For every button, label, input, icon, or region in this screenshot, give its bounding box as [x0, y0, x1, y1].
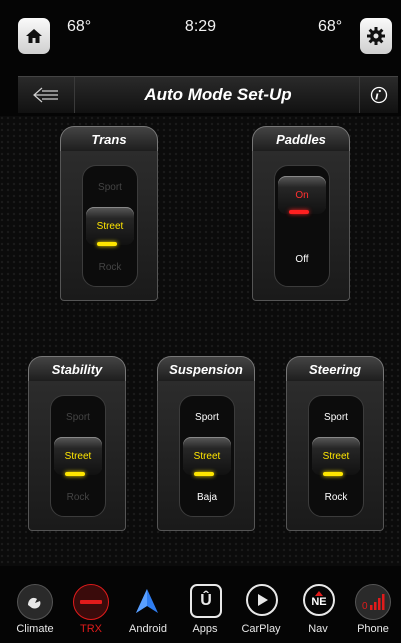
stability-switch-housing: Sport Street Rock	[28, 381, 126, 531]
apps-icon: Û	[190, 584, 222, 618]
suspension-panel: Suspension Sport Street Baja	[157, 356, 255, 531]
info-icon	[370, 86, 388, 104]
steering-switch[interactable]: Sport Street Rock	[308, 395, 364, 517]
back-button[interactable]	[18, 77, 75, 113]
nav-phone[interactable]: 0 Phone	[345, 574, 401, 643]
stability-option-rock[interactable]: Rock	[54, 478, 102, 516]
carplay-icon	[246, 584, 278, 616]
trx-icon	[73, 584, 109, 620]
steering-title: Steering	[286, 356, 384, 382]
paddles-indicator-led	[289, 210, 309, 214]
status-bar: 68° 8:29 68°	[0, 0, 401, 68]
stability-option-sport[interactable]: Sport	[54, 398, 102, 436]
nav-android[interactable]: Android	[120, 574, 176, 643]
nav-phone-label: Phone	[357, 623, 389, 635]
suspension-option-street[interactable]: Street	[183, 437, 231, 475]
steering-option-sport[interactable]: Sport	[312, 398, 360, 436]
android-auto-icon	[130, 584, 164, 618]
climate-icon	[17, 584, 53, 620]
compass-heading: NE	[311, 595, 327, 608]
nav-carplay[interactable]: CarPlay	[233, 574, 289, 643]
trans-indicator-led	[97, 242, 117, 246]
steering-indicator-led	[323, 472, 343, 476]
trans-option-street[interactable]: Street	[86, 207, 134, 245]
page-title: Auto Mode Set-Up	[144, 85, 292, 104]
stability-panel: Stability Sport Street Rock	[28, 356, 126, 531]
nav-apps[interactable]: Û Apps	[177, 574, 233, 643]
trans-panel: Trans Sport Street Rock	[60, 126, 158, 301]
back-arrow-icon	[33, 87, 58, 103]
trans-title: Trans	[60, 126, 158, 152]
nav-nav[interactable]: NE Nav	[290, 574, 346, 643]
nav-trx[interactable]: TRX	[63, 574, 119, 643]
compass-icon: NE	[303, 584, 335, 616]
phone-badge: 0	[362, 601, 368, 612]
nav-android-label: Android	[129, 623, 167, 635]
paddles-switch-housing: On Off	[252, 151, 350, 301]
trans-option-sport[interactable]: Sport	[86, 168, 134, 206]
stability-option-street[interactable]: Street	[54, 437, 102, 475]
settings-button[interactable]	[360, 18, 392, 54]
temp-right[interactable]: 68°	[318, 18, 342, 36]
trans-option-rock[interactable]: Rock	[86, 248, 134, 286]
nav-trx-label: TRX	[80, 623, 102, 635]
nav-apps-label: Apps	[192, 623, 218, 635]
paddles-option-off[interactable]: Off	[278, 240, 326, 278]
trans-switch[interactable]: Sport Street Rock	[82, 165, 138, 287]
gear-icon	[367, 27, 385, 45]
phone-icon: 0	[355, 584, 391, 620]
nav-nav-label: Nav	[308, 623, 328, 635]
paddles-panel: Paddles On Off	[252, 126, 350, 301]
steering-switch-housing: Sport Street Rock	[286, 381, 384, 531]
suspension-option-baja[interactable]: Baja	[183, 478, 231, 516]
steering-panel: Steering Sport Street Rock	[286, 356, 384, 531]
steering-option-street[interactable]: Street	[312, 437, 360, 475]
title-bar: Auto Mode Set-Up	[18, 76, 398, 113]
suspension-switch-housing: Sport Street Baja	[157, 381, 255, 531]
trans-switch-housing: Sport Street Rock	[60, 151, 158, 301]
suspension-option-sport[interactable]: Sport	[183, 398, 231, 436]
nav-climate[interactable]: Climate	[7, 574, 63, 643]
bottom-nav: Climate TRX Android Û Apps CarPlay NE Na…	[0, 574, 401, 643]
nav-carplay-label: CarPlay	[241, 623, 281, 635]
stability-title: Stability	[28, 356, 126, 382]
paddles-option-on[interactable]: On	[278, 176, 326, 214]
stability-switch[interactable]: Sport Street Rock	[50, 395, 106, 517]
suspension-switch[interactable]: Sport Street Baja	[179, 395, 235, 517]
suspension-title: Suspension	[157, 356, 255, 382]
steering-option-rock[interactable]: Rock	[312, 478, 360, 516]
paddles-title: Paddles	[252, 126, 350, 152]
info-button[interactable]	[359, 77, 398, 113]
suspension-indicator-led	[194, 472, 214, 476]
paddles-switch[interactable]: On Off	[274, 165, 330, 287]
nav-climate-label: Climate	[16, 623, 54, 635]
stability-indicator-led	[65, 472, 85, 476]
